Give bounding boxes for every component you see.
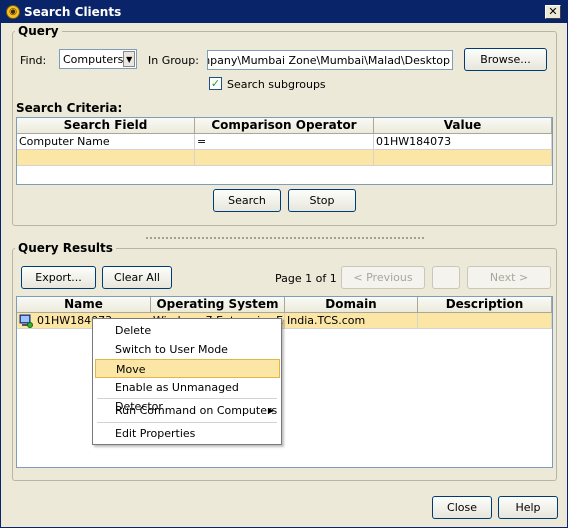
menu-item-run-command-label: Run Command on Computers [115, 404, 278, 417]
browse-button[interactable]: Browse... [464, 48, 547, 71]
export-button[interactable]: Export... [21, 266, 96, 289]
criteria-col-search-field[interactable]: Search Field [17, 118, 195, 134]
previous-page-button[interactable]: < Previous [341, 266, 425, 289]
criteria-new-row-operator[interactable] [195, 150, 374, 166]
next-page-button[interactable]: Next > [467, 266, 551, 289]
query-group-label: Query [15, 24, 62, 38]
close-window-button[interactable]: ✕ [545, 5, 561, 19]
search-criteria-label: Search Criteria: [16, 101, 123, 115]
results-col-domain[interactable]: Domain [285, 297, 418, 313]
title-bar: ◉ Search Clients ✕ [1, 1, 567, 23]
criteria-col-comparison-operator[interactable]: Comparison Operator [195, 118, 374, 134]
computer-icon [19, 314, 33, 328]
menu-item-edit-properties[interactable]: Edit Properties [95, 424, 280, 443]
query-results-label: Query Results [15, 241, 116, 255]
menu-item-enable-unmanaged-detector[interactable]: Enable as Unmanaged Detector [95, 378, 280, 413]
criteria-cell-field[interactable]: Computer Name [17, 134, 195, 150]
results-cell-domain[interactable]: India.TCS.com [285, 313, 418, 329]
search-subgroups-checkbox[interactable]: ✓ [209, 77, 222, 90]
criteria-col-value[interactable]: Value [374, 118, 552, 134]
menu-item-delete[interactable]: Delete [95, 321, 280, 340]
search-subgroups-label: Search subgroups [227, 78, 326, 91]
find-label: Find: [20, 54, 47, 67]
splitter-handle[interactable] [145, 237, 425, 239]
in-group-field[interactable]: My Company\Mumbai Zone\Mumbai\Malad\Desk… [207, 50, 453, 70]
page-number-button[interactable] [432, 266, 460, 289]
submenu-arrow-icon: ▶ [267, 406, 274, 415]
criteria-cell-value[interactable]: 01HW184073 [374, 134, 552, 150]
criteria-cell-operator[interactable]: = [195, 134, 374, 150]
criteria-new-row-value[interactable] [374, 150, 552, 166]
close-button[interactable]: Close [432, 496, 492, 519]
page-indicator: Page 1 of 1 [275, 272, 337, 285]
in-group-label: In Group: [148, 54, 199, 67]
menu-item-switch-to-user-mode[interactable]: Switch to User Mode [95, 340, 280, 359]
find-dropdown-value: Computers [63, 52, 124, 66]
context-menu: Delete Switch to User Mode Move Enable a… [92, 318, 282, 445]
menu-separator [97, 422, 277, 423]
results-cell-description[interactable] [418, 313, 552, 329]
search-button[interactable]: Search [213, 189, 281, 212]
window-title: Search Clients [24, 5, 122, 19]
results-col-description[interactable]: Description [418, 297, 552, 313]
search-clients-window: ◉ Search Clients ✕ Query Find: Computers… [0, 0, 568, 528]
stop-button[interactable]: Stop [288, 189, 356, 212]
menu-separator [97, 398, 277, 399]
app-shield-icon: ◉ [6, 5, 20, 19]
find-dropdown[interactable]: Computers ▼ [59, 49, 137, 69]
criteria-new-row-field[interactable] [17, 150, 195, 166]
help-button[interactable]: Help [498, 496, 558, 519]
results-col-name[interactable]: Name [17, 297, 151, 313]
criteria-table: Search Field Comparison Operator Value C… [16, 117, 553, 185]
menu-item-run-command[interactable]: Run Command on Computers ▶ [95, 401, 280, 420]
menu-item-move[interactable]: Move [95, 359, 280, 378]
chevron-down-icon[interactable]: ▼ [123, 51, 135, 67]
results-col-operating-system[interactable]: Operating System [151, 297, 285, 313]
clear-all-button[interactable]: Clear All [102, 266, 172, 289]
